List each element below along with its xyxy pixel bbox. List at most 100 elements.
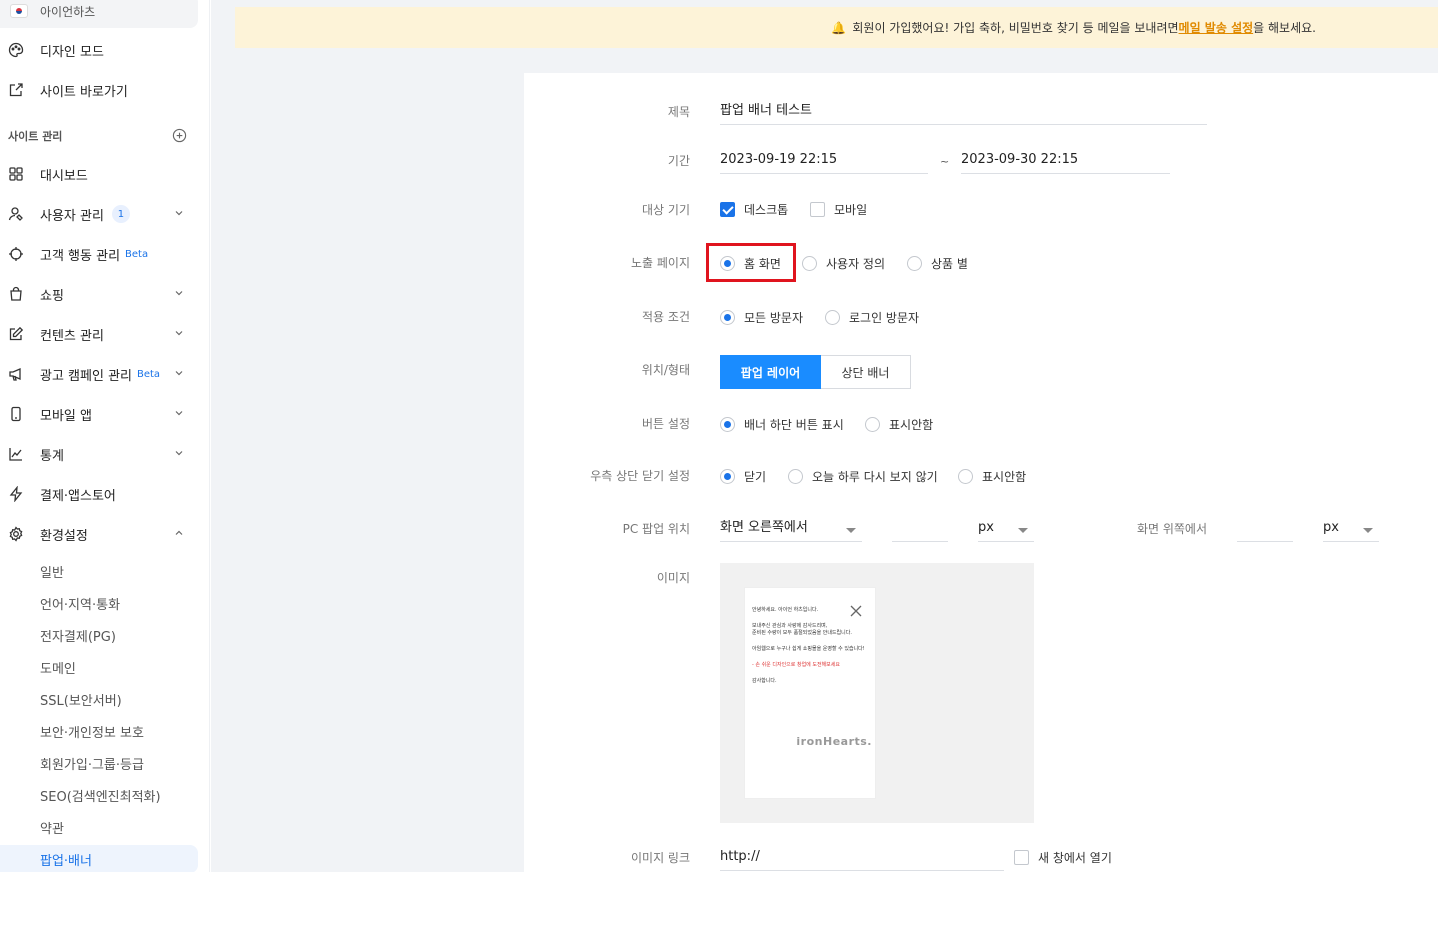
crosshair-icon [8,246,24,262]
nav-label: 고객 행동 관리 [40,248,121,264]
nav-site-link[interactable]: 사이트 바로가기 [0,74,198,106]
image-link-input[interactable]: http:// [720,845,1004,871]
add-circle-icon[interactable] [172,128,187,143]
period-start-input[interactable]: 2023-09-19 22:15 [720,148,928,174]
sub-nav-pg[interactable]: 전자결제(PG) [40,625,116,645]
nav-dashboard[interactable]: 대시보드 [0,158,198,190]
radio-selected-icon [720,310,735,325]
chevron-down-icon[interactable] [174,448,184,458]
image-upload-area[interactable]: 안녕하세요. 아이언 하츠입니다. 보내주신 관심과 사랑에 감사드리며, 준비… [720,563,1034,823]
user-count-badge: 1 [111,205,130,223]
sub-nav-domain[interactable]: 도메인 [40,657,76,677]
option-label: 새 창에서 열기 [1038,851,1112,865]
nav-label: 컨텐츠 관리 [40,328,104,344]
chevron-down-icon[interactable] [174,328,184,338]
cond-login-radio[interactable]: 로그인 방문자 [825,309,919,326]
nav-label: 광고 캠페인 관리 [40,368,132,384]
pc-top-label: 화면 위쪽에서 [1136,522,1207,536]
pc-top-offset-input[interactable] [1237,516,1293,542]
chart-icon [8,446,24,462]
edit-icon [8,326,24,342]
sub-nav-membership[interactable]: 회원가입·그룹·등급 [40,753,144,773]
btn-hide-radio[interactable]: 표시안함 [865,416,933,433]
grid-icon [8,166,24,182]
sub-nav-terms[interactable]: 약관 [40,817,64,837]
option-label: 표시안함 [982,470,1027,484]
app-root: 아이언하츠 디자인 모드 사이트 바로가기 사이트 관리 대시보드 사용자 관리… [0,0,1438,872]
mail-settings-link[interactable]: 메일 발송 설정 [1179,19,1254,36]
nav-mobile-app[interactable]: 모바일 앱 [0,398,198,430]
option-label: 상품 별 [931,257,968,271]
page-custom-radio[interactable]: 사용자 정의 [802,255,885,272]
nav-shopping[interactable]: 쇼핑 [0,278,198,310]
site-selector[interactable]: 아이언하츠 [0,0,198,28]
image-link-label: 이미지 링크 [630,851,690,865]
period-separator: ~ [940,155,950,168]
chevron-down-icon[interactable] [174,288,184,298]
device-mobile-checkbox[interactable]: 모바일 [810,201,867,218]
top-banner-button[interactable]: 상단 배너 [821,355,911,389]
checkbox-icon [1014,850,1029,865]
nav-design-mode[interactable]: 디자인 모드 [0,34,198,66]
close-hide-radio[interactable]: 표시안함 [958,468,1026,485]
site-name: 아이언하츠 [40,4,96,19]
external-link-icon [8,82,24,98]
device-desktop-checkbox[interactable]: 데스크톱 [720,201,788,218]
sub-nav-seo[interactable]: SEO(검색엔진최적화) [40,785,161,805]
nav-statistics[interactable]: 통계 [0,438,198,470]
sub-nav-ssl[interactable]: SSL(보안서버) [40,689,122,709]
page-product-radio[interactable]: 상품 별 [907,255,968,272]
cond-all-radio[interactable]: 모든 방문자 [720,309,803,326]
position-label: 위치/형태 [641,363,690,377]
preview-text: 준비된 수량이 모두 품절되었음을 안내드립니다. [752,630,852,636]
nav-payment-appstore[interactable]: 결제·앱스토어 [0,478,198,510]
chevron-down-icon[interactable] [174,368,184,378]
chevron-down-icon[interactable] [174,208,184,218]
sub-nav-language[interactable]: 언어·지역·통화 [40,593,120,613]
pc-position-label: PC 팝업 위치 [622,522,690,536]
radio-icon [788,469,803,484]
sub-nav-general[interactable]: 일반 [40,561,64,581]
active-item-background [0,845,198,872]
new-window-checkbox[interactable]: 새 창에서 열기 [1014,849,1112,866]
korea-flag-icon [10,4,28,18]
close-today-radio[interactable]: 오늘 하루 다시 보지 않기 [788,468,938,485]
user-icon [8,206,24,222]
popup-form-card: 제목 팝업 배너 테스트 기간 2023-09-19 22:15 ~ 2023-… [524,73,1438,872]
nav-settings[interactable]: 환경설정 [0,518,198,550]
preview-text: - 손 쉬운 디자인으로 창업에 도전해보세요 [752,662,840,668]
beta-tag: Beta [125,248,149,260]
brand-logo-text: ironHearts. [796,735,872,748]
close-close-radio[interactable]: 닫기 [720,468,766,485]
nav-customer-behavior[interactable]: 고객 행동 관리 Beta [0,238,198,270]
pc-top-unit-select[interactable]: px [1323,516,1379,542]
chevron-down-icon[interactable] [174,408,184,418]
pc-right-offset-input[interactable] [892,516,948,542]
radio-icon [802,256,817,271]
bell-icon: 🔔 [831,20,847,35]
megaphone-icon [8,366,24,382]
option-label: 로그인 방문자 [849,311,920,325]
nav-label: 모바일 앱 [40,408,92,424]
bolt-icon [8,486,24,502]
sub-nav-security[interactable]: 보안·개인정보 보호 [40,721,144,741]
nav-users[interactable]: 사용자 관리 1 [0,198,198,230]
option-label: 데스크톱 [744,203,789,217]
button-setting-label: 버튼 설정 [642,417,690,431]
condition-label: 적용 조건 [642,310,690,324]
sub-nav-popup-banner[interactable]: 팝업·배너 [40,849,92,869]
nav-contents[interactable]: 컨텐츠 관리 [0,318,198,350]
period-end-input[interactable]: 2023-09-30 22:15 [961,148,1170,174]
chevron-up-icon[interactable] [174,528,184,538]
pc-position-select[interactable]: 화면 오른쪽에서 [720,516,862,542]
preview-text: 보내주신 관심과 사랑에 감사드리며, [752,623,828,629]
btn-show-radio[interactable]: 배너 하단 버튼 표시 [720,416,844,433]
option-label: 표시안함 [889,418,934,432]
sidebar: 아이언하츠 디자인 모드 사이트 바로가기 사이트 관리 대시보드 사용자 관리… [0,0,210,872]
title-input[interactable]: 팝업 배너 테스트 [720,99,1207,125]
bag-icon [8,286,24,302]
nav-ad-campaign[interactable]: 광고 캠페인 관리 Beta [0,358,198,390]
page-home-radio[interactable]: 홈 화면 [720,255,781,272]
popup-layer-button[interactable]: 팝업 레이어 [720,355,821,389]
page-label: 노출 페이지 [630,256,690,270]
